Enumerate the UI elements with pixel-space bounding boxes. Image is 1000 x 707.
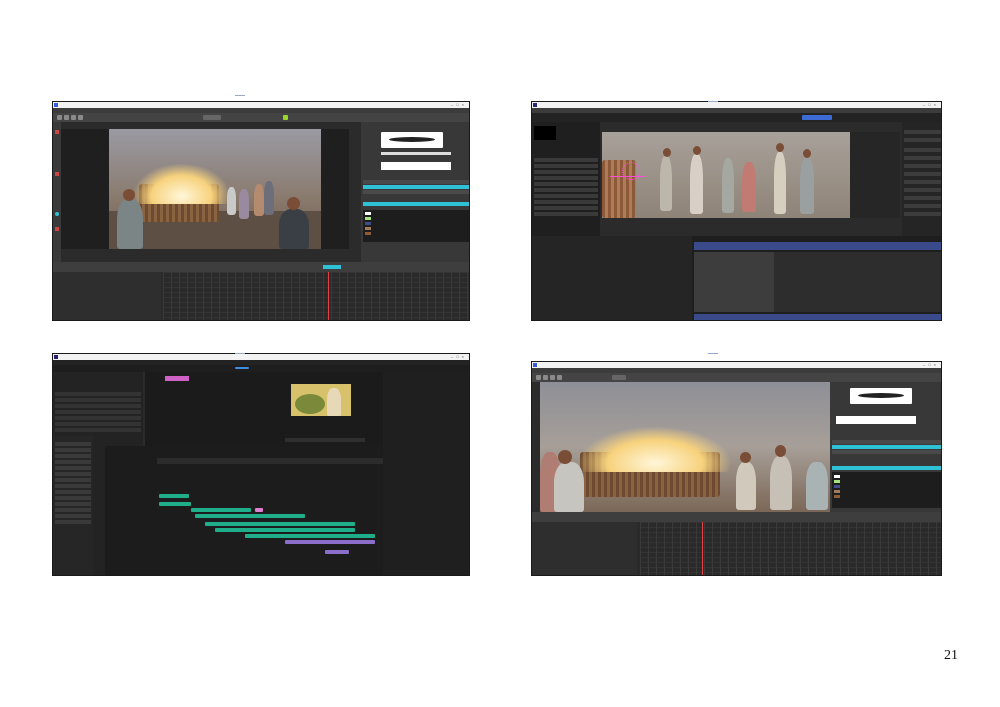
playback-bar[interactable]	[532, 512, 941, 522]
timeline-panel[interactable]	[532, 522, 941, 575]
workspace-bar[interactable]	[53, 365, 469, 372]
app-icon	[54, 103, 58, 107]
properties-panel[interactable]	[361, 122, 469, 262]
page-number: 21	[944, 648, 958, 663]
tools-panel[interactable]	[53, 122, 61, 262]
project-bin[interactable]	[53, 436, 93, 575]
app-icon	[54, 355, 58, 359]
top-toolbar[interactable]	[532, 113, 941, 122]
screenshot-toon-boom-1: –□×	[52, 101, 470, 321]
playback-bar[interactable]	[53, 262, 469, 272]
screenshot-after-effects: –□×	[531, 101, 942, 321]
app-icon	[533, 103, 537, 107]
top-toolbar[interactable]	[53, 113, 469, 122]
screenshot-marker	[708, 101, 718, 102]
app-icon	[533, 363, 537, 367]
top-toolbar[interactable]	[532, 373, 941, 382]
left-dock	[61, 129, 109, 249]
viewer-sidebar	[321, 129, 349, 249]
screenshot-marker	[235, 95, 245, 96]
timeline-panel[interactable]	[53, 272, 469, 320]
screenshot-premiere-pro: –□×	[52, 353, 470, 576]
camera-view[interactable]	[540, 382, 830, 512]
properties-panel[interactable]	[830, 382, 941, 512]
essential-graphics-panel[interactable]	[383, 372, 469, 575]
camera-view[interactable]	[109, 129, 321, 249]
composition-viewer[interactable]	[602, 132, 850, 218]
viewer-overflow	[850, 132, 900, 218]
project-panel[interactable]	[532, 122, 600, 236]
timeline-panel[interactable]	[532, 236, 941, 320]
timeline-panel[interactable]	[105, 446, 383, 575]
screenshot-marker	[708, 353, 718, 354]
screenshot-marker	[235, 353, 245, 354]
effects-panel[interactable]	[902, 122, 941, 236]
screenshot-toon-boom-2: –□×	[531, 361, 942, 576]
